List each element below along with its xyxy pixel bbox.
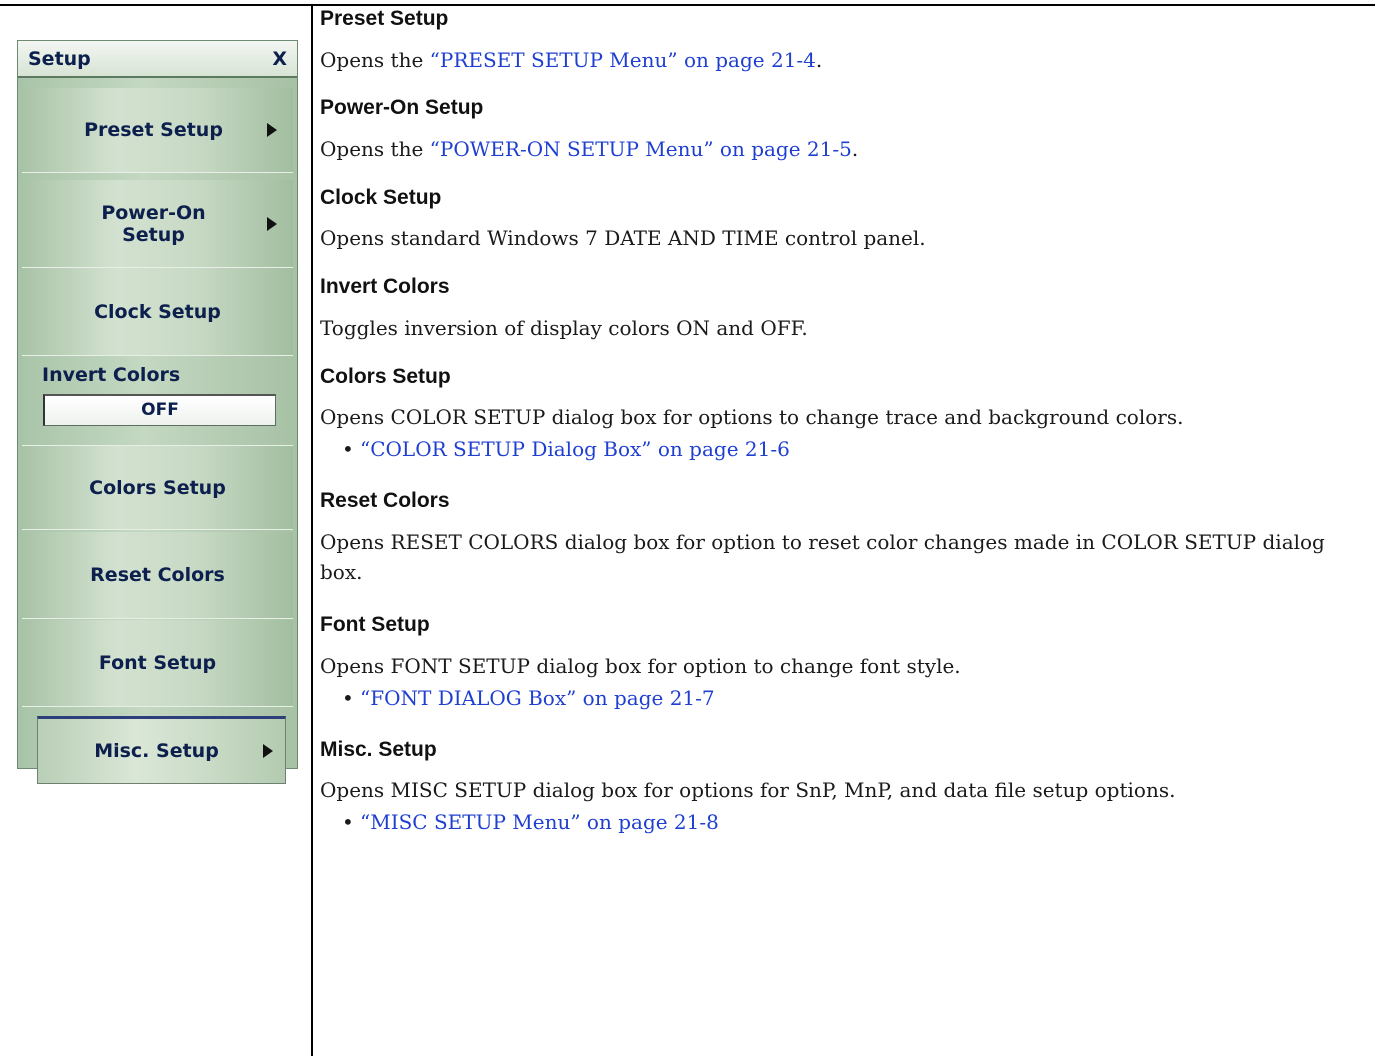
text-suffix: .: [815, 48, 823, 72]
setup-menu-panel: Setup X Preset Setup Power-On Setup Cloc…: [17, 40, 298, 784]
section-text: Opens FONT SETUP dialog box for option t…: [320, 654, 961, 678]
misc-setup-button[interactable]: Misc. Setup: [37, 716, 286, 784]
bullet-dot: •: [342, 437, 354, 461]
section-heading: Invert Colors: [320, 275, 450, 298]
section-heading: Preset Setup: [320, 7, 449, 30]
close-button[interactable]: X: [272, 48, 287, 70]
invert-colors-value[interactable]: OFF: [43, 394, 276, 426]
font-setup-button[interactable]: Font Setup: [22, 620, 293, 707]
preset-setup-label: Preset Setup: [84, 119, 223, 141]
section-heading: Reset Colors: [320, 489, 450, 512]
font-dialog-link[interactable]: “FONT DIALOG Box” on page 21-7: [360, 686, 715, 710]
invert-colors-label: Invert Colors: [42, 364, 181, 386]
section-text: Toggles inversion of display colors ON a…: [320, 316, 808, 340]
text-prefix: Opens the: [320, 137, 430, 161]
section-text: Opens RESET COLORS dialog box for option…: [320, 530, 1325, 584]
section-heading: Font Setup: [320, 613, 430, 636]
menu-title: Setup: [28, 48, 91, 70]
section-text: Opens MISC SETUP dialog box for options …: [320, 778, 1176, 802]
preset-setup-button[interactable]: Preset Setup: [22, 88, 293, 173]
clock-setup-button[interactable]: Clock Setup: [22, 268, 293, 356]
text-suffix: .: [851, 137, 859, 161]
text-prefix: Opens the: [320, 48, 430, 72]
power-on-setup-button[interactable]: Power-On Setup: [22, 180, 293, 268]
section-heading: Colors Setup: [320, 365, 451, 388]
preset-setup-menu-link[interactable]: “PRESET SETUP Menu” on page 21-4: [430, 48, 816, 72]
bullet-item: • “FONT DIALOG Box” on page 21-7: [342, 686, 715, 710]
colors-setup-label: Colors Setup: [89, 476, 226, 499]
submenu-arrow-icon: [263, 744, 273, 758]
invert-colors-toggle[interactable]: Invert Colors OFF: [22, 364, 293, 444]
misc-setup-label: Misc. Setup: [94, 740, 219, 762]
section-heading: Clock Setup: [320, 186, 442, 209]
font-setup-label: Font Setup: [98, 652, 217, 674]
power-on-setup-menu-link[interactable]: “POWER-ON SETUP Menu” on page 21-5: [430, 137, 852, 161]
section-text: Opens COLOR SETUP dialog box for options…: [320, 405, 1184, 429]
clock-setup-label: Clock Setup: [94, 300, 221, 323]
bullet-item: • “COLOR SETUP Dialog Box” on page 21-6: [342, 437, 790, 461]
submenu-arrow-icon: [267, 216, 277, 231]
column-divider: [311, 4, 313, 1056]
bullet-dot: •: [342, 810, 354, 834]
misc-setup-menu-link[interactable]: “MISC SETUP Menu” on page 21-8: [360, 810, 719, 834]
color-setup-dialog-link[interactable]: “COLOR SETUP Dialog Box” on page 21-6: [360, 437, 790, 461]
reset-colors-button[interactable]: Reset Colors: [22, 532, 293, 619]
section-heading: Misc. Setup: [320, 738, 437, 761]
section-text: Opens standard Windows 7 DATE AND TIME c…: [320, 226, 926, 250]
reset-colors-label: Reset Colors: [90, 564, 225, 586]
top-rule: [0, 4, 1375, 6]
section-text: Opens the “POWER-ON SETUP Menu” on page …: [320, 134, 1368, 164]
colors-setup-button[interactable]: Colors Setup: [22, 445, 293, 530]
section-heading: Power-On Setup: [320, 96, 484, 119]
section-text: Opens the “PRESET SETUP Menu” on page 21…: [320, 45, 1368, 75]
menu-title-bar: Setup X: [18, 41, 297, 78]
bullet-item: • “MISC SETUP Menu” on page 21-8: [342, 810, 719, 834]
bullet-dot: •: [342, 686, 354, 710]
submenu-arrow-icon: [267, 123, 277, 137]
power-on-setup-label: Power-On Setup: [101, 201, 206, 246]
